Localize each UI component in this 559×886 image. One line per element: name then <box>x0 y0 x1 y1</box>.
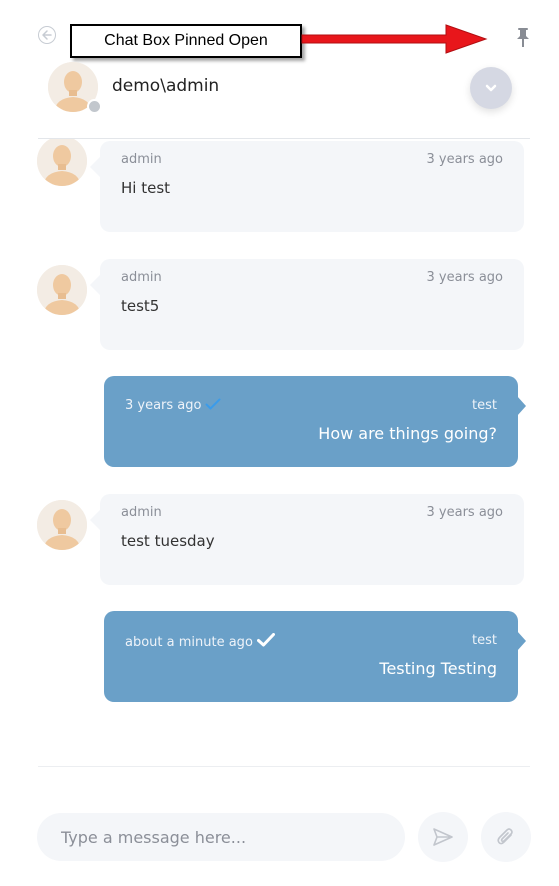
message-text: Hi test <box>121 179 171 197</box>
message-bubble-incoming: admin 3 years ago test tuesday <box>90 494 524 585</box>
annotation-callout-text: Chat Box Pinned Open <box>104 32 268 49</box>
message-sender: admin <box>121 505 162 520</box>
pin-icon[interactable] <box>514 28 532 48</box>
message-bubble-outgoing: 3 years ago test How are things going? <box>104 376 526 467</box>
avatar <box>37 139 87 186</box>
avatar <box>37 265 87 315</box>
read-check-icon <box>256 633 275 647</box>
chevron-down-icon <box>485 84 497 92</box>
paperclip-icon <box>497 828 513 845</box>
back-icon[interactable] <box>38 26 56 44</box>
message-bubble-incoming: admin 3 years ago Hi test <box>90 141 524 232</box>
message-text: test5 <box>121 297 160 315</box>
status-indicator <box>87 99 102 114</box>
message-text: How are things going? <box>318 424 497 443</box>
divider <box>38 766 530 767</box>
message-sender: admin <box>121 152 162 167</box>
chat-contact-name: demo\admin <box>112 76 220 96</box>
avatar <box>37 500 87 550</box>
message-sender: test <box>472 633 497 648</box>
collapse-button[interactable] <box>470 67 512 109</box>
message-time: 3 years ago <box>426 270 503 285</box>
user-avatar-icon <box>37 265 87 315</box>
message-time: about a minute ago <box>125 633 275 650</box>
annotation-arrow <box>301 24 488 54</box>
send-button[interactable] <box>418 812 468 862</box>
message-time: 3 years ago <box>426 505 503 520</box>
message-time: 3 years ago <box>125 398 221 413</box>
message-sender: admin <box>121 270 162 285</box>
message-bubble-incoming: admin 3 years ago test5 <box>90 259 524 350</box>
attach-button[interactable] <box>481 812 531 862</box>
user-avatar-icon <box>37 500 87 550</box>
user-avatar-icon <box>37 139 87 186</box>
message-text: Testing Testing <box>379 659 497 678</box>
message-input[interactable] <box>37 813 405 861</box>
message-sender: test <box>472 398 497 413</box>
read-check-icon <box>205 398 221 410</box>
send-icon <box>433 828 453 846</box>
message-list[interactable]: admin 3 years ago Hi test admin 3 years … <box>0 139 559 766</box>
message-text: test tuesday <box>121 532 215 550</box>
message-bubble-outgoing: about a minute ago test Testing Testing <box>104 611 526 702</box>
annotation-callout: Chat Box Pinned Open <box>70 24 302 58</box>
message-time: 3 years ago <box>426 152 503 167</box>
